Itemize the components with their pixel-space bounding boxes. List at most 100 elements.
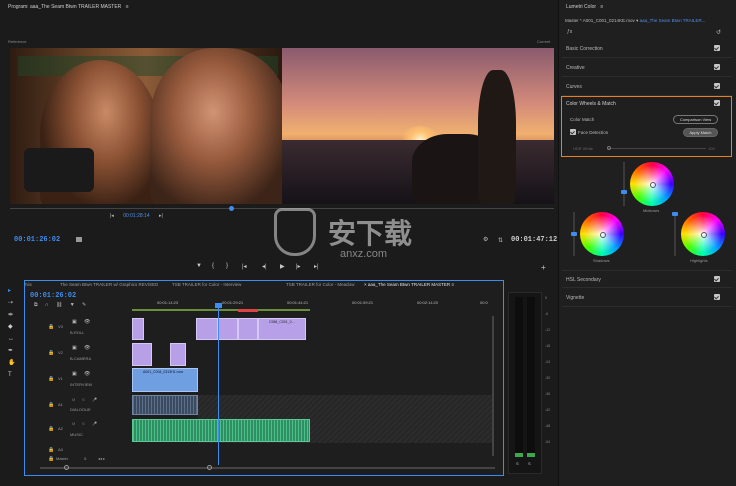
timeline-tab-0[interactable]: hiis (25, 282, 32, 287)
selection-tool-icon[interactable]: ▸ (8, 288, 14, 294)
pen-tool-icon[interactable]: ✒ (8, 348, 14, 354)
toggle-output-icon[interactable]: ▣ (72, 319, 77, 325)
add-marker-icon[interactable]: ▼ (70, 302, 75, 308)
toggle-output-icon[interactable]: ▣ (72, 371, 77, 377)
lumetri-menu-icon[interactable]: ≡ (600, 4, 603, 10)
shadows-wheel[interactable] (580, 212, 624, 256)
apply-match-button[interactable]: Apply Match (683, 128, 718, 137)
slip-tool-icon[interactable]: ↔ (8, 336, 14, 342)
midtones-wheel[interactable] (630, 162, 674, 206)
highlights-wheel[interactable] (681, 212, 725, 256)
timeline-playhead[interactable] (218, 305, 219, 465)
hdr-white-slider[interactable] (608, 148, 706, 149)
lock-icon[interactable]: 🔒 (48, 350, 54, 356)
lumetri-fx-icon[interactable]: ƒx (567, 29, 572, 35)
video-clip[interactable] (218, 318, 238, 340)
meter-solo-left[interactable]: S (516, 461, 519, 466)
timeline-v-scroll[interactable] (492, 316, 494, 456)
audio-clip-dialogue[interactable] (132, 395, 198, 415)
marker-icon[interactable]: ▼ (196, 263, 202, 269)
eye-icon[interactable]: 👁 (84, 345, 90, 351)
timeline-scroll-handle[interactable] (64, 465, 69, 470)
nest-icon[interactable]: ⧉ (34, 302, 38, 308)
video-clip[interactable] (170, 343, 186, 366)
mark-out-icon[interactable]: } (226, 263, 228, 269)
monitor-playhead[interactable] (229, 206, 234, 211)
step-forward-icon[interactable]: ▸| (159, 213, 163, 219)
section-basic-correction[interactable]: Basic Correction (562, 40, 732, 58)
color-wheels-match-title[interactable]: Color Wheels & Match (566, 101, 616, 107)
video-clip[interactable] (132, 318, 144, 340)
track-select-tool-icon[interactable]: ⇢ (8, 300, 14, 306)
video-clip[interactable] (196, 318, 218, 340)
reset-icon[interactable]: ↺ (716, 29, 721, 36)
hdr-white-handle[interactable] (607, 146, 611, 150)
ripple-tool-icon[interactable]: ⇹ (8, 312, 14, 318)
shadows-slider[interactable] (571, 212, 577, 256)
wrench-icon[interactable]: ⚙ (483, 236, 488, 243)
razor-tool-icon[interactable]: ◆ (8, 324, 14, 330)
voiceover-icon[interactable]: 🎤 (92, 421, 97, 426)
hand-tool-icon[interactable]: ✋ (8, 360, 15, 366)
timeline-tab-3[interactable]: TSB TRAILER for Color - Meadow (286, 282, 354, 287)
close-icon[interactable]: × (364, 282, 367, 287)
timeline-tab-2[interactable]: TSB TRAILER for Color - Interview (172, 282, 241, 287)
section-checkbox[interactable] (714, 45, 720, 51)
meter-solo-right[interactable]: S (528, 461, 531, 466)
timeline-scroll-handle[interactable] (207, 465, 212, 470)
mute-icon[interactable]: M (72, 421, 75, 426)
lock-icon[interactable]: 🔒 (48, 376, 54, 382)
tab-menu-icon[interactable]: ≡ (451, 282, 454, 287)
lock-icon[interactable]: 🔒 (48, 426, 54, 432)
section-hsl-secondary[interactable]: HSL Secondary (562, 270, 732, 288)
section-checkbox[interactable] (714, 276, 720, 282)
section-checkbox[interactable] (714, 64, 720, 70)
type-tool-icon[interactable]: T (8, 372, 14, 378)
midtones-slider[interactable] (621, 162, 627, 206)
lock-icon[interactable]: 🔒 (48, 324, 54, 330)
lumetri-source-row[interactable]: Master * A001_C001_0214KE.mov ▾ aaa_The … (565, 18, 706, 24)
section-curves[interactable]: Curves (562, 78, 732, 96)
solo-icon[interactable]: S (82, 421, 85, 426)
timeline-timecode[interactable]: 00:01:26:02 (30, 292, 76, 300)
lock-icon[interactable]: 🔒 (48, 447, 54, 453)
face-detection-checkbox[interactable] (570, 129, 576, 135)
highlights-slider[interactable] (672, 212, 678, 256)
step-back-icon[interactable]: |◂ (110, 213, 114, 219)
mute-icon[interactable]: M (72, 397, 75, 402)
fit-dropdown-icon[interactable] (76, 237, 82, 242)
audio-clip-music[interactable] (132, 419, 310, 442)
section-creative[interactable]: Creative (562, 59, 732, 77)
section-checkbox[interactable] (714, 294, 720, 300)
timeline-tab-4[interactable]: × aaa_The Seam Btwn TRAILER MASTER ≡ (364, 282, 454, 287)
video-clip[interactable] (132, 343, 152, 366)
go-to-in-icon[interactable]: |◂ (242, 263, 247, 270)
video-clip-interview[interactable]: A001_C004_0313H1.mov (132, 368, 198, 392)
hamburger-icon[interactable]: ≡ (126, 4, 129, 10)
section-checkbox[interactable] (714, 83, 720, 89)
section-vignette[interactable]: Vignette (562, 289, 732, 307)
lock-icon[interactable]: 🔒 (48, 456, 54, 462)
eye-icon[interactable]: 👁 (84, 319, 90, 325)
work-area-bar[interactable] (132, 309, 310, 311)
program-playhead-timecode[interactable]: 00:01:26:02 (14, 236, 60, 244)
snap-icon[interactable]: ∩ (45, 302, 49, 308)
video-clip-broll[interactable]: C986_C001_0… (258, 318, 306, 340)
timeline-playhead-handle[interactable] (215, 303, 222, 308)
voiceover-icon[interactable]: 🎤 (92, 397, 97, 402)
add-button-icon[interactable]: + (541, 263, 546, 272)
timeline-tab-1[interactable]: The Seam Btwn TRAILER w/ Graphics REVISE… (60, 282, 158, 287)
timeline-wrench-icon[interactable]: ✎ (82, 302, 86, 308)
video-clip[interactable] (238, 318, 258, 340)
quality-icon[interactable]: ⇅ (498, 237, 503, 244)
solo-icon[interactable]: S (82, 397, 85, 402)
mark-in-icon[interactable]: { (212, 263, 214, 269)
linked-selection-icon[interactable]: ⛓ (56, 302, 62, 308)
toggle-output-icon[interactable]: ▣ (72, 345, 77, 351)
step-back-frame-icon[interactable]: ◂| (262, 263, 267, 270)
master-skip-icon[interactable]: ◂◂ ▸ (98, 456, 105, 461)
color-wheels-checkbox[interactable] (714, 100, 720, 106)
timeline-h-scroll[interactable] (40, 467, 495, 469)
lock-icon[interactable]: 🔒 (48, 402, 54, 408)
comparison-view-button[interactable]: Comparison View (673, 115, 718, 124)
